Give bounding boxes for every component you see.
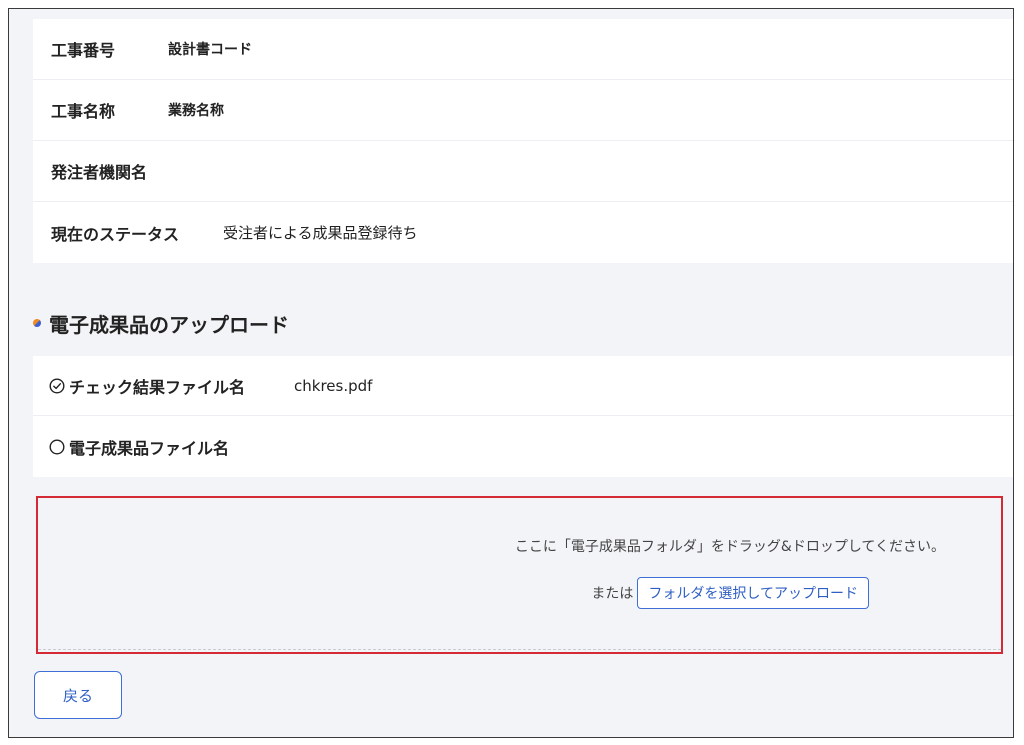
info-label: 現在のステータス [51,224,180,244]
info-value: 業務名称 [168,103,224,119]
file-label: チェック結果ファイル名 [69,377,246,397]
or-text: または [591,586,634,602]
drop-instruction: ここに「電子成果品フォルダ」をドラッグ&ドロップしてください。 [514,539,945,555]
status-value: 受注者による成果品登録待ち [223,224,418,242]
back-button[interactable]: 戻る [34,671,122,719]
empty-circle-icon [49,438,65,455]
select-folder-upload-button[interactable]: フォルダを選択してアップロード [637,577,869,609]
file-row-label-wrap: チェック結果ファイル名 [49,374,245,398]
file-row-label-wrap: 電子成果品ファイル名 [49,435,229,459]
info-row-status: 現在のステータス 受注者による成果品登録待ち [33,202,1013,263]
file-row-deliverable: 電子成果品ファイル名 [33,416,1013,477]
file-label: 電子成果品ファイル名 [69,438,230,458]
info-row-construction-name: 工事名称 業務名称 [33,80,1013,141]
file-row-check-result: チェック結果ファイル名 chkres.pdf [33,356,1013,416]
info-label: 工事名称 [51,102,116,121]
info-label: 工事番号 [51,41,116,60]
check-result-filename: chkres.pdf [294,376,373,395]
folder-drop-zone[interactable]: ここに「電子成果品フォルダ」をドラッグ&ドロップしてください。 または フォルダ… [36,496,1003,654]
drop-or-line: または フォルダを選択してアップロード [591,577,869,609]
file-card: チェック結果ファイル名 chkres.pdf 電子成果品ファイル名 [33,356,1013,477]
drop-zone-inner [38,498,1001,650]
info-card: 工事番号 設計書コード 工事名称 業務名称 発注者機関名 現在のステータス 受注… [33,19,1013,263]
info-label: 発注者機関名 [51,163,148,182]
section-title: 電子成果品のアップロード [49,312,289,337]
page-frame: 工事番号 設計書コード 工事名称 業務名称 発注者機関名 現在のステータス 受注… [8,8,1014,738]
info-row-orderer: 発注者機関名 [33,141,1013,202]
bullet-icon [33,319,41,327]
info-row-construction-number: 工事番号 設計書コード [33,19,1013,80]
info-value: 設計書コード [168,42,252,58]
checked-circle-icon [49,377,65,394]
section-heading: 電子成果品のアップロード [33,308,289,338]
